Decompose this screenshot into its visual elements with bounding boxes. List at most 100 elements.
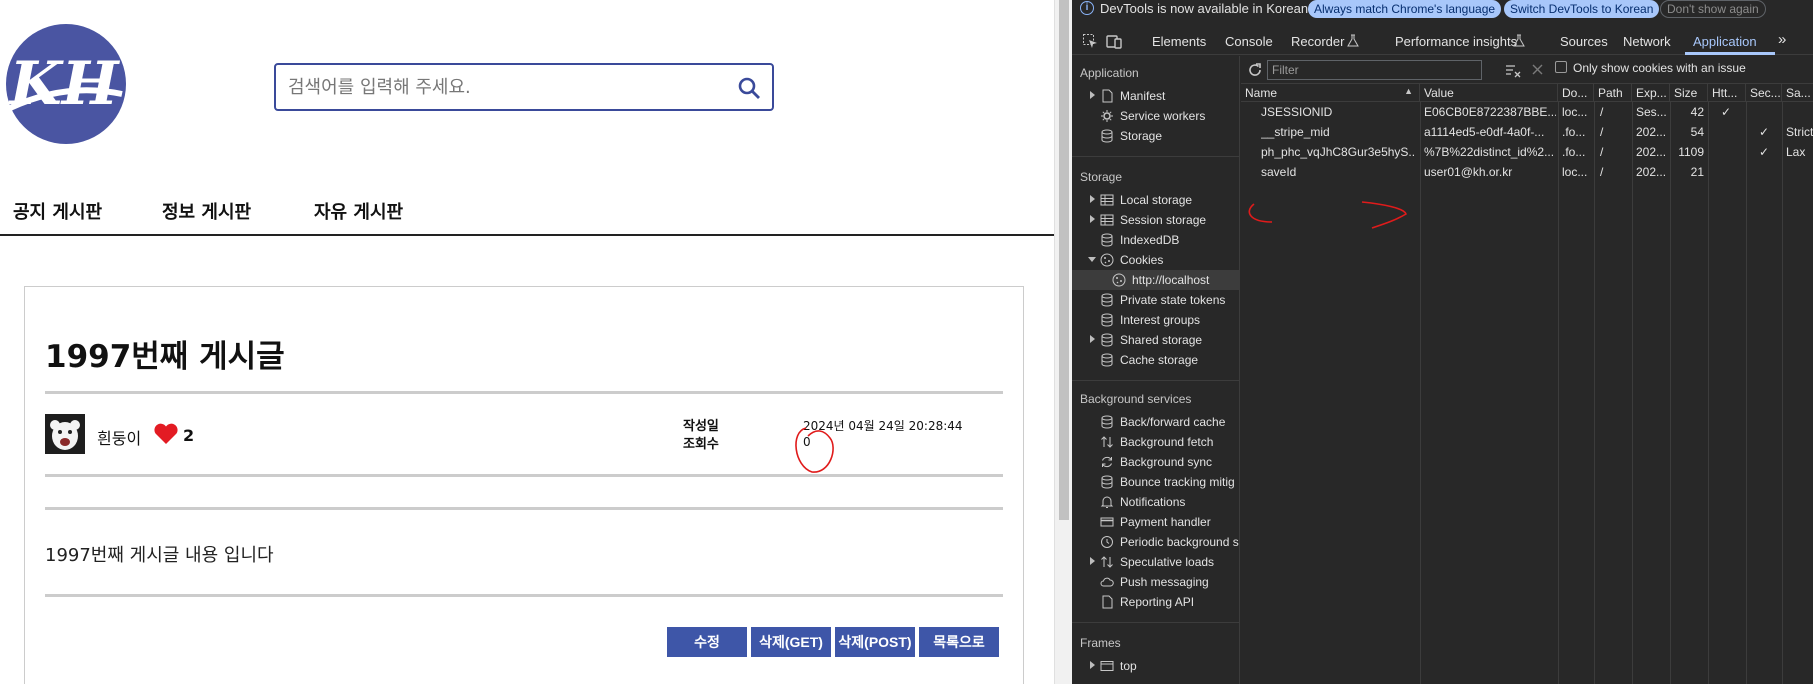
column-header-domain[interactable]: Do... [1558, 84, 1594, 102]
cookie-icon [1100, 253, 1114, 267]
flask-icon [1513, 34, 1525, 47]
inspect-element-icon[interactable] [1082, 33, 1098, 49]
tab-console[interactable]: Console [1225, 34, 1273, 49]
match-language-button[interactable]: Always match Chrome's language [1308, 0, 1502, 18]
cookie-value: E06CB0E8722387BBE... [1424, 105, 1556, 119]
heart-icon[interactable] [153, 423, 179, 445]
tab-performance-insights[interactable]: Performance insights [1395, 34, 1517, 49]
views-label: 조회수 [683, 437, 719, 452]
tab-application[interactable]: Application [1693, 34, 1757, 49]
sidebar-item-payment-handler[interactable]: Payment handler [1072, 512, 1240, 532]
device-toolbar-icon[interactable] [1106, 33, 1122, 49]
post-title: 1997번째 게시글 [45, 339, 285, 375]
cookie-httponly [1721, 162, 1741, 182]
created-label: 작성일 [683, 419, 719, 434]
application-sidebar: Application Manifest Service workers Sto… [1072, 56, 1240, 684]
column-header-httponly[interactable]: Htt... [1708, 84, 1746, 102]
only-issue-label: Only show cookies with an issue [1573, 61, 1746, 75]
scrollbar-thumb[interactable] [1059, 0, 1069, 520]
sidebar-item-periodic-background-sync[interactable]: Periodic background s [1072, 532, 1240, 552]
sidebar-item-speculative-loads[interactable]: Speculative loads [1072, 552, 1240, 572]
cookies-table: Name ▲ Value Do... Path Exp... Size Htt.… [1241, 84, 1813, 684]
cookie-samesite: Strict [1786, 125, 1813, 139]
column-header-secure[interactable]: Sec... [1746, 84, 1782, 102]
gear-icon [1101, 110, 1113, 122]
cookie-secure: ✓ [1759, 145, 1770, 159]
screenshot: KH 공지 게시판 정보 게시판 자유 게시판 1997번째 게시글 [0, 0, 1813, 684]
search-input[interactable] [288, 73, 728, 101]
refresh-icon[interactable] [1247, 62, 1263, 78]
divider [45, 474, 1003, 477]
column-header-size[interactable]: Size [1670, 84, 1708, 102]
delete-get-button[interactable]: 삭제(GET) [751, 627, 831, 657]
column-header-name[interactable]: Name ▲ [1241, 84, 1420, 102]
cookie-path: / [1600, 125, 1604, 139]
column-divider [1670, 102, 1671, 684]
sidebar-item-storage[interactable]: Storage [1072, 126, 1240, 146]
cookie-httponly [1721, 142, 1741, 162]
edit-button[interactable]: 수정 [667, 627, 747, 657]
sidebar-item-manifest[interactable]: Manifest [1072, 86, 1240, 106]
cookie-samesite: Lax [1786, 145, 1806, 159]
column-divider [1708, 102, 1709, 684]
database-icon [1101, 333, 1113, 347]
column-header-path[interactable]: Path [1594, 84, 1632, 102]
sidebar-item-cache-storage[interactable]: Cache storage [1072, 350, 1240, 370]
delete-post-button[interactable]: 삭제(POST) [835, 627, 915, 657]
sidebar-item-shared-storage[interactable]: Shared storage [1072, 330, 1240, 350]
delete-selected-icon[interactable] [1531, 63, 1544, 76]
cookie-size: 54 [1690, 125, 1704, 139]
sidebar-item-private-state-tokens[interactable]: Private state tokens [1072, 290, 1240, 310]
kh-logo[interactable]: KH [6, 24, 126, 144]
sidebar-item-back-forward-cache[interactable]: Back/forward cache [1072, 412, 1240, 432]
sidebar-item-indexeddb[interactable]: IndexedDB [1072, 230, 1240, 250]
database-icon [1101, 415, 1113, 429]
list-button[interactable]: 목록으로 [919, 627, 999, 657]
tab-sources[interactable]: Sources [1560, 34, 1608, 49]
database-icon [1101, 353, 1113, 367]
column-divider [1558, 102, 1559, 684]
table-icon [1100, 194, 1114, 206]
more-tabs-icon[interactable]: » [1778, 31, 1786, 48]
sidebar-item-session-storage[interactable]: Session storage [1072, 210, 1240, 230]
search-icon[interactable] [736, 75, 762, 101]
sidebar-item-reporting-api[interactable]: Reporting API [1072, 592, 1240, 612]
nav-info-board[interactable]: 정보 게시판 [162, 198, 251, 224]
sync-icon [1102, 456, 1112, 468]
column-header-value[interactable]: Value [1420, 84, 1558, 102]
up-down-arrows-icon [1101, 556, 1113, 568]
tab-network[interactable]: Network [1623, 34, 1671, 49]
sidebar-item-notifications[interactable]: Notifications [1072, 492, 1240, 512]
nav-notice-board[interactable]: 공지 게시판 [13, 198, 102, 224]
board-nav: 공지 게시판 정보 게시판 자유 게시판 [0, 190, 1054, 236]
tab-elements[interactable]: Elements [1152, 34, 1206, 49]
sidebar-item-background-fetch[interactable]: Background fetch [1072, 432, 1240, 452]
section-frames: Frames [1080, 636, 1121, 650]
nav-free-board[interactable]: 자유 게시판 [314, 198, 403, 224]
only-issue-checkbox[interactable] [1555, 61, 1567, 73]
cookie-filter-input[interactable] [1267, 60, 1482, 80]
sidebar-item-local-storage[interactable]: Local storage [1072, 190, 1240, 210]
sidebar-item-interest-groups[interactable]: Interest groups [1072, 310, 1240, 330]
clear-all-icon[interactable] [1505, 62, 1521, 78]
sidebar-item-cookies-localhost[interactable]: http://localhost [1072, 270, 1240, 290]
page-scrollbar[interactable] [1054, 0, 1072, 684]
divider [1072, 622, 1240, 623]
document-icon [1102, 89, 1113, 103]
sidebar-item-cookies[interactable]: Cookies [1072, 250, 1240, 270]
post-content: 1997번째 게시글 내용 입니다 [45, 545, 274, 566]
cookie-samesite [1786, 162, 1813, 182]
tab-recorder[interactable]: Recorder [1291, 34, 1344, 49]
sidebar-item-frame-top[interactable]: top [1072, 656, 1240, 676]
info-icon: i [1080, 1, 1094, 15]
cookie-expires: 202... [1636, 125, 1667, 139]
sidebar-item-push-messaging[interactable]: Push messaging [1072, 572, 1240, 592]
sidebar-item-bounce-tracking[interactable]: Bounce tracking mitig [1072, 472, 1240, 492]
switch-korean-button[interactable]: Switch DevTools to Korean [1504, 0, 1660, 18]
sidebar-item-background-sync[interactable]: Background sync [1072, 452, 1240, 472]
dont-show-again-button[interactable]: Don't show again [1660, 0, 1766, 18]
writer-avatar[interactable] [45, 414, 85, 454]
column-header-samesite[interactable]: Sa... [1782, 84, 1813, 102]
sidebar-item-service-workers[interactable]: Service workers [1072, 106, 1240, 126]
column-header-expires[interactable]: Exp... [1632, 84, 1670, 102]
